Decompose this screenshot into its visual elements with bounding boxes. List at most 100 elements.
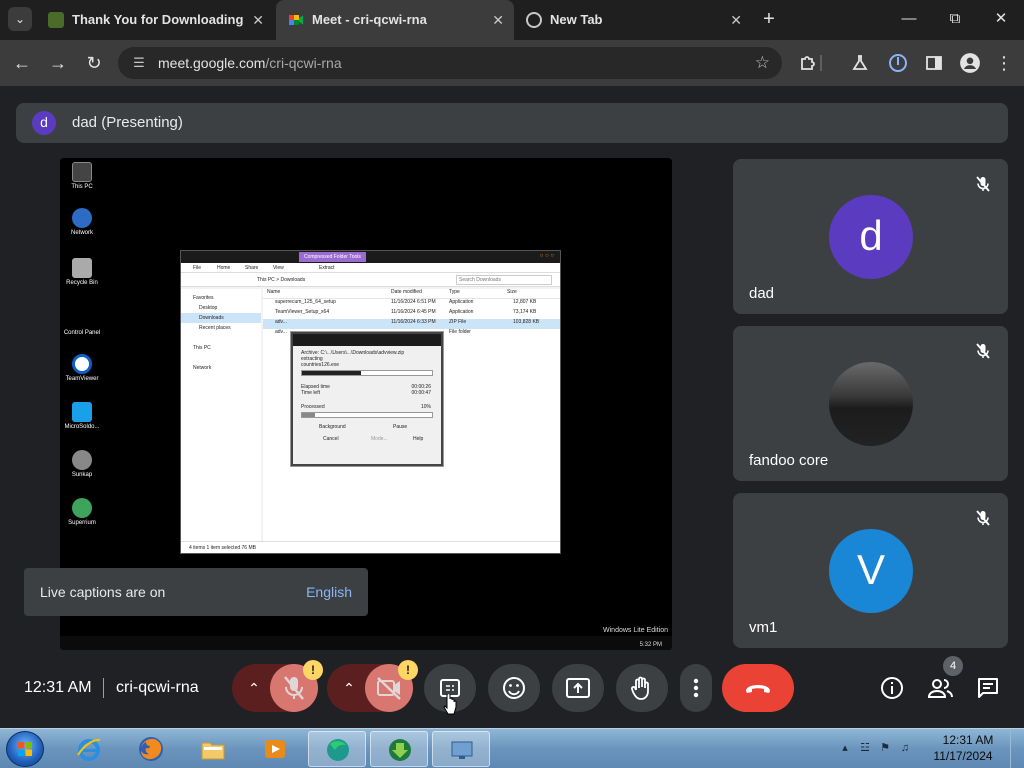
video-settings-button[interactable]: ⌃ — [337, 676, 361, 700]
leave-call-button[interactable] — [722, 664, 794, 712]
chrome-menu-button[interactable]: ⋮ — [990, 49, 1018, 77]
participant-name: dad — [749, 285, 775, 302]
forward-button[interactable]: → — [44, 49, 72, 77]
participant-name: vm1 — [749, 619, 778, 636]
taskbar-internet-explorer[interactable] — [60, 731, 118, 767]
show-desktop-button[interactable] — [1010, 729, 1024, 768]
mic-warning-badge: ! — [303, 660, 323, 680]
menu-item: Share — [245, 265, 259, 271]
site-info-icon[interactable]: ☰ — [130, 54, 148, 72]
participant-tile[interactable]: fandoo core — [733, 326, 1008, 481]
labs-button[interactable] — [846, 49, 874, 77]
explorer-titlebar: Compressed Folder Tools ○ ○ ○ — [181, 251, 560, 263]
tab-search-button[interactable]: ⌄ — [8, 7, 32, 31]
file-name: TeamViewer_Setup_x64 — [275, 309, 330, 315]
browser-app-icon — [327, 739, 349, 761]
network-icon[interactable]: ☳ — [858, 741, 872, 755]
show-hidden-icons-icon[interactable]: ▴ — [838, 741, 852, 755]
desktop-icon-label: Superrium — [68, 520, 96, 526]
minimize-button[interactable]: — — [894, 6, 924, 32]
start-button[interactable] — [6, 731, 44, 767]
file-type: Application — [449, 309, 474, 315]
new-tab-button[interactable]: + — [756, 6, 782, 32]
taskbar-media-player[interactable] — [246, 731, 304, 767]
page-favicon-icon — [48, 12, 64, 28]
windows-logo-icon — [18, 742, 32, 756]
taskbar-remote-desktop[interactable] — [432, 731, 490, 767]
desktop-icon-label: Control Panel — [63, 330, 101, 336]
present-to-all-icon — [566, 678, 590, 698]
menu-item: Extract — [319, 265, 335, 271]
presenting-banner: d dad (Presenting) — [16, 103, 1008, 143]
restore-button[interactable]: ⧉ — [940, 6, 970, 32]
avatar: d — [32, 111, 56, 135]
file-size: 73,174 KB — [513, 309, 537, 315]
captions-language-button[interactable]: English — [306, 568, 352, 616]
column-header: Name — [267, 289, 281, 295]
desktop-icon-recycle-bin: Recycle Bin — [60, 258, 104, 286]
file-name: adv... — [275, 329, 287, 335]
taskbar-chrome-window[interactable] — [308, 731, 366, 767]
tab-title: Thank You for Downloading Ea — [72, 12, 247, 27]
close-icon[interactable]: ✕ — [252, 4, 264, 36]
menu-item: View — [273, 265, 284, 271]
explorer-address-bar: This PC > Downloads Search Downloads — [181, 273, 560, 287]
bookmark-star-icon[interactable]: ☆ — [755, 52, 770, 74]
tab-title: Meet - cri-qcwi-rna — [312, 12, 427, 27]
file-type: File folder — [449, 329, 471, 335]
taskbar-clock-date[interactable]: 11/17/2024 — [928, 749, 998, 763]
profile-button[interactable] — [956, 49, 984, 77]
participant-count-badge: 4 — [943, 656, 963, 676]
side-panel-button[interactable] — [920, 49, 948, 77]
reload-button[interactable]: ↻ — [80, 49, 108, 77]
window-close-button[interactable]: ✕ — [986, 6, 1016, 32]
address-bar[interactable]: ☰ meet.google.com/cri-qcwi-rna ☆ — [118, 47, 782, 79]
recycle-bin-icon — [72, 258, 92, 278]
dialog-titlebar — [293, 334, 441, 346]
zip-options-row: Background Pause — [293, 424, 441, 434]
list-item: TeamViewer_Setup_x64 11/16/2024 6:45 PM … — [263, 309, 560, 319]
more-vert-icon: ⋮ — [995, 53, 1013, 73]
tab-new-tab[interactable]: New Tab ✕ — [514, 4, 752, 36]
zip-processed-row: Processed 10% — [293, 396, 441, 410]
more-options-button[interactable] — [680, 664, 712, 712]
taskbar-download-manager[interactable] — [370, 731, 428, 767]
list-item: adv... 11/16/2024 6:33 PM ZIP File 103,8… — [263, 319, 560, 329]
present-button[interactable] — [552, 664, 604, 712]
explorer-search: Search Downloads — [456, 275, 552, 285]
raise-hand-button[interactable] — [616, 664, 668, 712]
desktop-icon-label: This PC — [71, 184, 93, 190]
audio-settings-button[interactable]: ⌃ — [242, 676, 266, 700]
zip-archive: Archive: C:\...\Users\...\Downloads\advv… — [301, 350, 405, 356]
participant-tile[interactable]: d dad — [733, 159, 1008, 314]
remote-file-explorer: Compressed Folder Tools ○ ○ ○ File Home … — [180, 250, 561, 554]
extensions-button[interactable] — [794, 49, 822, 77]
avatar: d — [829, 195, 913, 279]
system-tray: ▴ ☳ ⚑ ♫ 12:31 AM 11/17/2024 — [834, 729, 1024, 768]
close-icon[interactable]: ✕ — [730, 4, 742, 36]
meeting-time: 12:31 AM — [24, 679, 92, 696]
status-text: 4 items 1 item selected 76 MB — [189, 545, 256, 551]
meeting-details-button[interactable] — [876, 672, 908, 704]
action-center-flag-icon[interactable]: ⚑ — [878, 741, 892, 755]
list-item: superrecum_125_64_setup 11/16/2024 6:51 … — [263, 299, 560, 309]
participant-tile[interactable]: V vm1 — [733, 493, 1008, 648]
tab-download[interactable]: Thank You for Downloading Ea ✕ — [36, 4, 274, 36]
tab-meet[interactable]: Meet - cri-qcwi-rna ✕ — [276, 0, 514, 40]
captions-toast: Live captions are on English — [24, 568, 368, 616]
back-button[interactable]: ← — [8, 49, 36, 77]
taskbar-file-explorer[interactable] — [184, 731, 242, 767]
windows-taskbar: ▴ ☳ ⚑ ♫ 12:31 AM 11/17/2024 — [0, 728, 1024, 768]
volume-icon[interactable]: ♫ — [898, 741, 912, 755]
taskbar-firefox[interactable] — [122, 731, 180, 767]
reactions-button[interactable] — [488, 664, 540, 712]
performance-button[interactable] — [884, 49, 912, 77]
nav-item: Downloads — [181, 313, 261, 323]
plus-icon: + — [763, 8, 775, 30]
people-button[interactable] — [924, 672, 956, 704]
close-icon[interactable]: ✕ — [492, 0, 504, 40]
chat-button[interactable] — [972, 672, 1004, 704]
explorer-title: Compressed Folder Tools — [299, 252, 366, 262]
desktop-icon-label: Sunkap — [71, 472, 93, 478]
taskbar-clock-time[interactable]: 12:31 AM — [938, 733, 998, 747]
